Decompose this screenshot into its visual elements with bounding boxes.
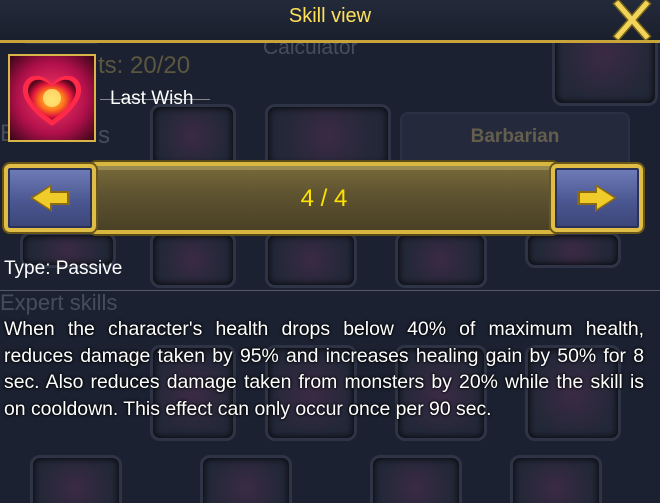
title-bar: Skill view bbox=[0, 0, 660, 43]
background-skill-tile bbox=[265, 104, 391, 168]
close-x-icon bbox=[612, 0, 652, 42]
previous-skill-button[interactable] bbox=[4, 164, 96, 232]
skill-description: When the character's health drops below … bbox=[4, 318, 644, 420]
skill-icon-frame bbox=[8, 54, 96, 142]
background-skill-tile bbox=[200, 455, 292, 503]
background-skill-tile bbox=[510, 455, 602, 503]
background-expert-skills: Expert skills bbox=[0, 290, 118, 315]
left-arrow-icon bbox=[30, 184, 70, 212]
section-divider bbox=[0, 290, 660, 291]
skill-type: Type: Passive bbox=[4, 258, 123, 279]
background-class-tab: Barbarian bbox=[400, 112, 630, 168]
page-indicator-bar: 4 / 4 bbox=[90, 162, 558, 234]
next-skill-button[interactable] bbox=[551, 164, 643, 232]
skill-name: Last Wish bbox=[110, 88, 194, 109]
close-button[interactable] bbox=[612, 0, 652, 42]
background-skills-fragment: s bbox=[98, 122, 110, 149]
background-points-text: ts: 20/20 bbox=[98, 52, 191, 79]
background-skill-tile bbox=[370, 455, 462, 503]
background-calculator-screen: ts: 20/20 Calculator B s Barbarian Exper… bbox=[0, 0, 660, 503]
background-skill-tile bbox=[150, 104, 236, 168]
glowing-heart-icon bbox=[10, 56, 94, 140]
background-class-tab-label: Barbarian bbox=[470, 126, 560, 147]
background-skill-tile bbox=[265, 232, 357, 288]
right-arrow-icon bbox=[577, 184, 617, 212]
background-skill-tile bbox=[395, 232, 487, 288]
background-skill-tile bbox=[525, 232, 621, 268]
window-title: Skill view bbox=[288, 5, 372, 27]
page-indicator: 4 / 4 bbox=[300, 185, 348, 212]
background-skill-tile bbox=[30, 455, 122, 503]
background-skill-tile bbox=[150, 232, 236, 288]
